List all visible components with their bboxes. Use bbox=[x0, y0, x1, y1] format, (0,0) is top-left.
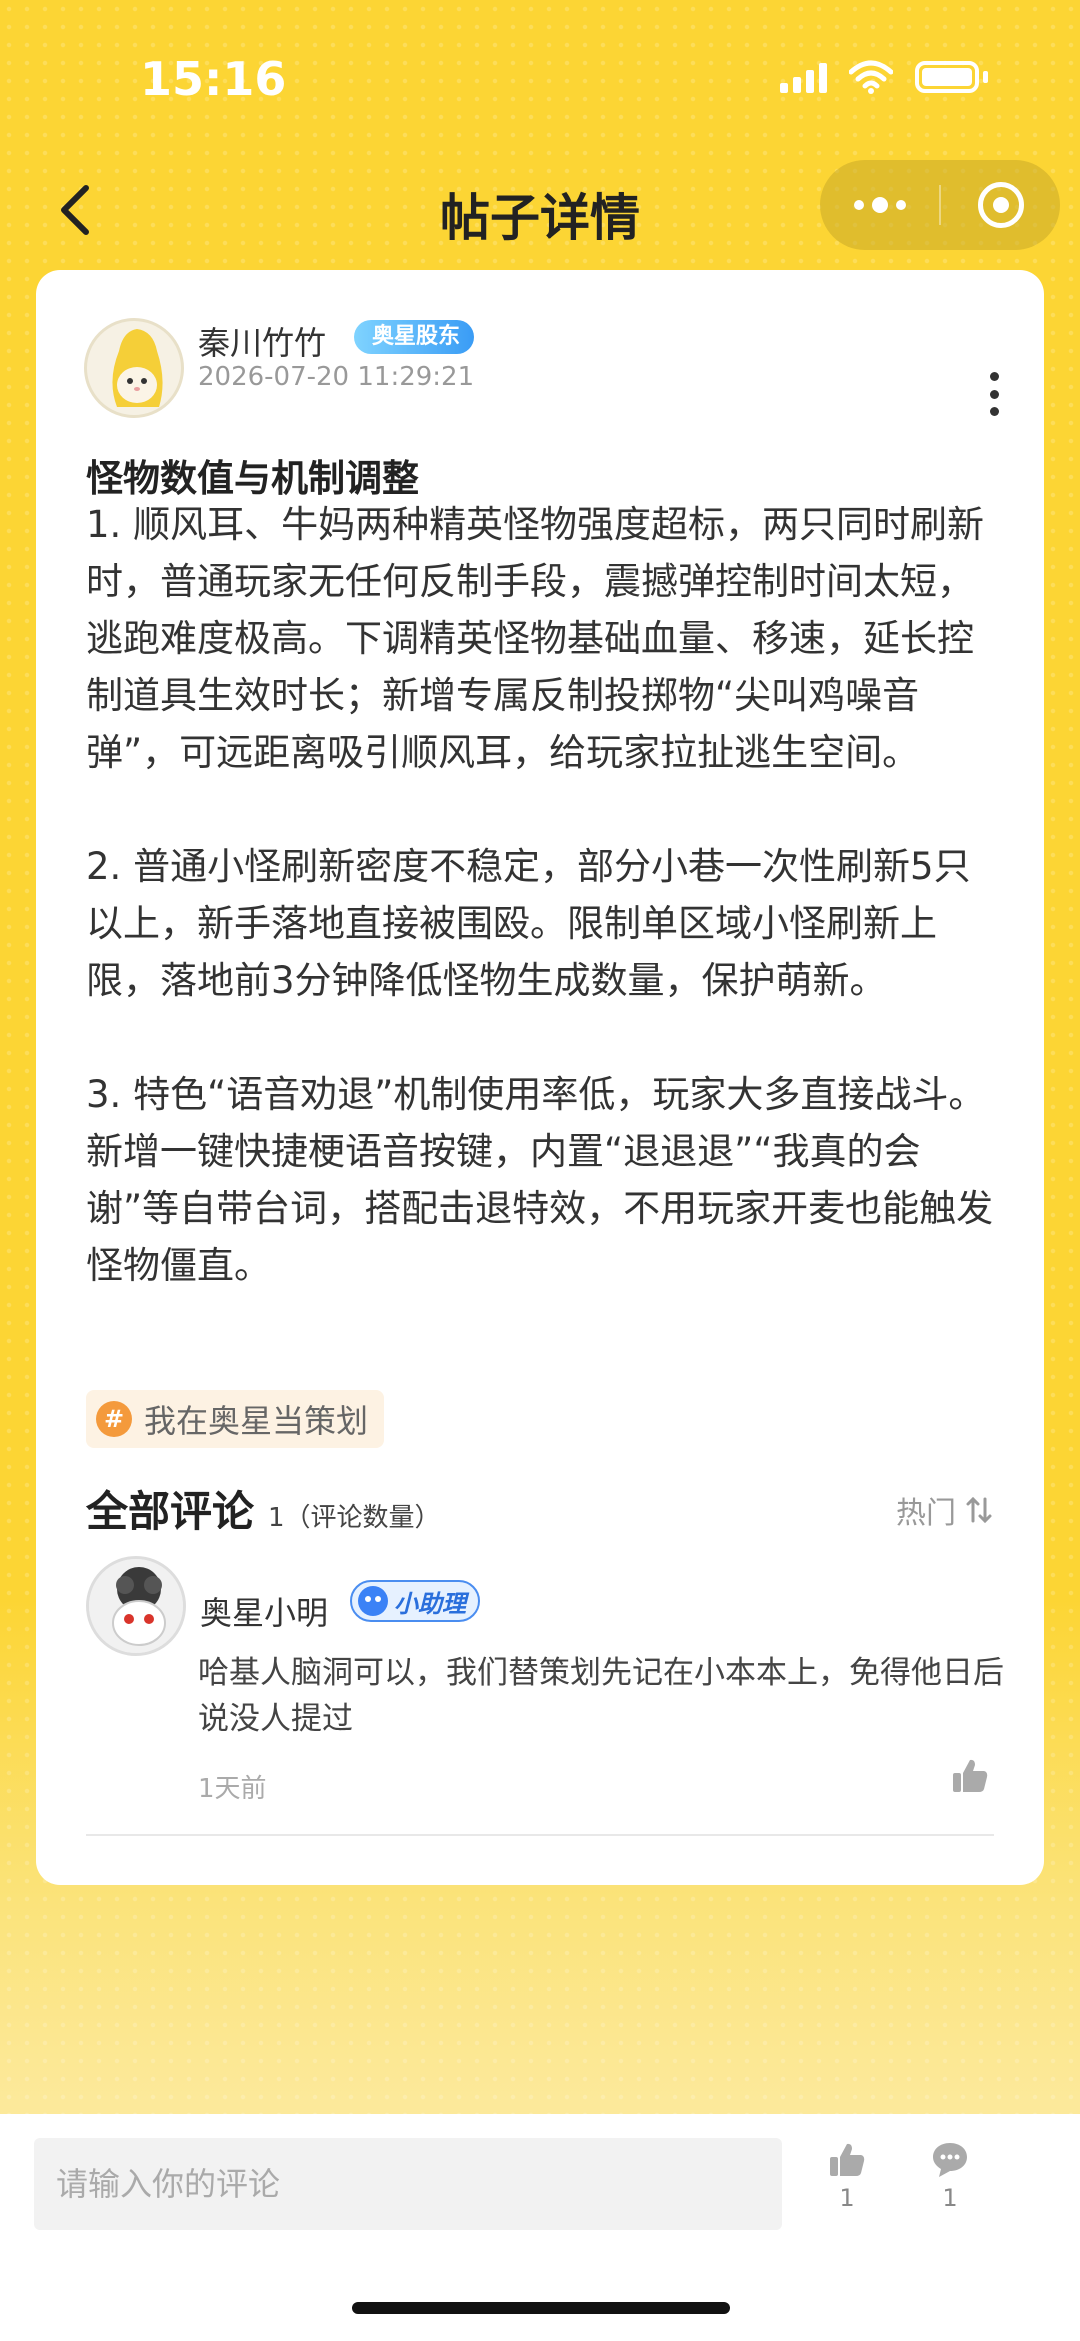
sort-hot-button[interactable]: 热门 bbox=[896, 1488, 994, 1532]
battery-cap bbox=[983, 71, 988, 83]
like-count: 1 bbox=[839, 2184, 855, 2212]
comment-bubble-icon bbox=[933, 2143, 967, 2177]
comments-header: 全部评论 1（评论数量） bbox=[86, 1478, 441, 1539]
post-like-button[interactable]: 1 bbox=[817, 2140, 877, 2212]
post-title: 怪物数值与机制调整 bbox=[86, 457, 419, 500]
sort-label: 热门 bbox=[896, 1496, 956, 1531]
post-body: 1. 顺风耳、牛妈两种精英怪物强度超标，两只同时刷新时，普通玩家无任何反制手段，… bbox=[86, 496, 998, 1294]
shareholder-badge: 奥星股东 bbox=[354, 320, 475, 354]
post-comment-button[interactable]: 1 bbox=[920, 2140, 980, 2212]
status-icons bbox=[780, 60, 988, 94]
paragraph-spacer bbox=[86, 781, 998, 838]
sort-icon bbox=[966, 1496, 992, 1524]
post-card: 秦川竹竹 奥星股东 2026-07-20 11:29:21 怪物数值与机制调整 … bbox=[36, 270, 1044, 1885]
comment-count: 1 bbox=[942, 2184, 958, 2212]
comment-input[interactable] bbox=[34, 2138, 782, 2230]
bot-icon bbox=[358, 1586, 388, 1616]
comment-time: 1天前 bbox=[198, 1774, 267, 1804]
author-avatar[interactable] bbox=[84, 318, 184, 418]
close-miniprogram-button[interactable] bbox=[941, 182, 1060, 228]
post-paragraph: 2. 普通小怪刷新密度不稳定，部分小巷一次性刷新5只以上，新手落地直接被围殴。限… bbox=[86, 845, 971, 1002]
topic-label: 我在奥星当策划 bbox=[144, 1402, 369, 1440]
battery-icon bbox=[915, 61, 979, 93]
hashtag-icon: # bbox=[96, 1401, 132, 1437]
paragraph-spacer bbox=[86, 1009, 998, 1066]
status-time: 15:16 bbox=[140, 52, 287, 106]
wifi-icon bbox=[849, 60, 893, 94]
comment-text: 哈基人脑洞可以，我们替策划先记在小本本上，免得他日后说没人提过 bbox=[198, 1655, 1004, 1737]
more-options-button[interactable] bbox=[820, 197, 939, 213]
target-icon bbox=[977, 182, 1024, 228]
assistant-badge: 小助理 bbox=[350, 1580, 480, 1622]
thumbs-up-icon bbox=[953, 1759, 988, 1792]
assistant-badge-label: 小助理 bbox=[394, 1589, 466, 1618]
navigation-bar: 帖子详情 bbox=[0, 160, 1080, 260]
mascot-avatar-icon bbox=[89, 1559, 183, 1653]
post-timestamp: 2026-07-20 11:29:21 bbox=[198, 362, 475, 392]
status-bar: 15:16 bbox=[0, 0, 1080, 150]
post-more-button[interactable] bbox=[988, 372, 1000, 416]
commenter-name[interactable]: 奥星小明 bbox=[200, 1588, 328, 1634]
commenter-avatar[interactable] bbox=[86, 1556, 186, 1656]
author-name[interactable]: 秦川竹竹 bbox=[198, 318, 326, 364]
post-paragraph: 3. 特色“语音劝退”机制使用率低，玩家大多直接战斗。新增一键快捷梗语音按键，内… bbox=[86, 1073, 994, 1287]
banana-cat-avatar-icon bbox=[112, 329, 163, 407]
post-paragraph: 1. 顺风耳、牛妈两种精英怪物强度超标，两只同时刷新时，普通玩家无任何反制手段，… bbox=[86, 503, 985, 774]
home-indicator bbox=[352, 2302, 730, 2314]
comment-like-button[interactable] bbox=[950, 1756, 990, 1796]
comments-count: 1（评论数量） bbox=[268, 1503, 441, 1533]
thumbs-up-icon bbox=[830, 2143, 865, 2176]
topic-tag[interactable]: # 我在奥星当策划 bbox=[86, 1390, 385, 1448]
comments-title: 全部评论 bbox=[86, 1487, 255, 1536]
miniprogram-capsule bbox=[820, 160, 1060, 250]
comment-divider bbox=[86, 1834, 994, 1836]
signal-icon bbox=[780, 61, 827, 93]
